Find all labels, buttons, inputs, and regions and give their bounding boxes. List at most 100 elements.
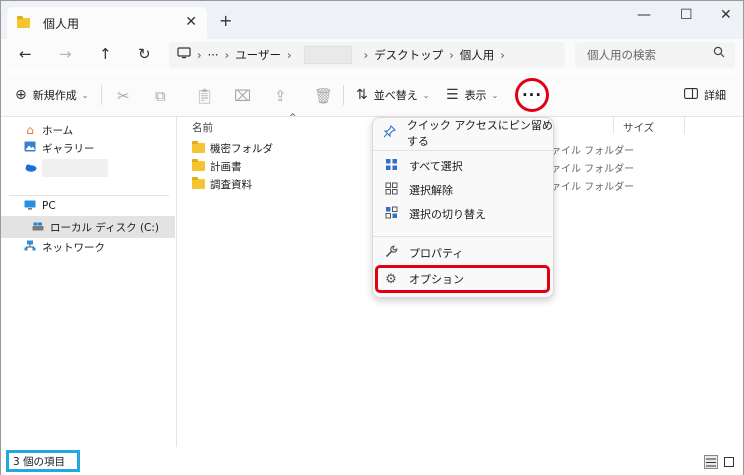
pc-icon — [23, 199, 37, 213]
large-icons-view-button[interactable] — [722, 455, 736, 469]
breadcrumb-personal[interactable]: 個人用 — [460, 47, 495, 63]
menu-item-label: プロパティ — [409, 247, 464, 260]
tab-personal[interactable]: 個人用 ✕ — [7, 7, 207, 39]
menu-item-label: すべて選択 — [409, 160, 463, 173]
toolbar-divider — [343, 85, 344, 105]
cloud-icon — [23, 161, 37, 175]
sidebar-item-onedrive[interactable] — [1, 157, 175, 179]
details-label: 詳細 — [704, 89, 726, 102]
maximize-button[interactable]: ☐ — [680, 7, 693, 23]
view-button[interactable]: ☰ 表示 ⌄ — [446, 87, 498, 103]
minimize-button[interactable]: — — [637, 7, 651, 23]
file-name: 機密フォルダ — [210, 142, 273, 155]
copy-icon[interactable]: ⧉ — [155, 87, 166, 105]
menu-divider — [373, 236, 553, 237]
folder-icon — [192, 159, 205, 171]
menu-item-label: 選択の切り替え — [409, 208, 486, 221]
breadcrumb-separator: › — [500, 48, 505, 62]
sidebar-item-gallery[interactable]: ギャラリー — [1, 137, 175, 159]
navigation-pane: ⌂ ホーム ギャラリー PC ローカル ディスク (C:) ネットワーク — [1, 117, 176, 447]
gallery-icon — [23, 141, 37, 155]
details-view-button[interactable] — [704, 455, 718, 469]
address-bar[interactable]: › ··· › ユーザー › › デスクトップ › 個人用 › — [169, 42, 565, 68]
file-name: 計画書 — [210, 160, 242, 173]
sidebar-item-pc[interactable]: PC — [1, 195, 175, 217]
tab-close-icon[interactable]: ✕ — [185, 14, 197, 30]
breadcrumb-separator: › — [363, 48, 369, 62]
select-none-icon — [383, 182, 399, 199]
folder-icon — [192, 177, 205, 189]
list-item[interactable]: 機密フォルダ — [192, 139, 273, 157]
column-divider[interactable] — [613, 117, 614, 134]
search-placeholder: 個人用の検索 — [587, 48, 656, 62]
menu-item-properties[interactable]: プロパティ — [373, 241, 553, 265]
paste-icon[interactable]: 📋︎ — [195, 87, 214, 105]
forward-button[interactable]: → — [59, 45, 72, 63]
chevron-down-icon: ⌄ — [81, 90, 89, 100]
status-bar: 3 個の項目 — [1, 447, 743, 475]
sort-button[interactable]: ⇅ 並べ替え ⌄ — [356, 87, 429, 103]
drive-icon — [31, 220, 45, 234]
plus-circle-icon: ⊕ — [15, 87, 27, 103]
network-icon — [23, 240, 37, 254]
tab-label: 個人用 — [43, 16, 80, 31]
item-count: 3 個の項目 — [13, 455, 66, 468]
sort-arrow-icon: ^ — [289, 113, 297, 123]
options-highlight-box — [375, 265, 550, 293]
back-button[interactable]: ← — [19, 45, 32, 63]
navigation-row: ← → ↑ ↻ › ··· › ユーザー › › デスクトップ › 個人用 › … — [1, 39, 743, 71]
new-label: 新規作成 — [32, 89, 77, 102]
sidebar-item-label-redacted — [42, 159, 108, 177]
list-item[interactable]: 調査資料 — [192, 175, 252, 193]
sort-icon: ⇅ — [356, 87, 368, 103]
menu-item-select-all[interactable]: すべて選択 — [373, 154, 553, 178]
column-divider[interactable] — [684, 117, 685, 134]
see-more-button[interactable]: ··· — [515, 78, 549, 112]
rename-icon[interactable]: ⌧ — [234, 87, 251, 105]
chevron-down-icon: ⌄ — [422, 90, 430, 100]
menu-item-invert-selection[interactable]: 選択の切り替え — [373, 202, 553, 226]
breadcrumb-username-redacted[interactable] — [303, 46, 352, 64]
menu-item-select-none[interactable]: 選択解除 — [373, 178, 553, 202]
sidebar-item-label: ホーム — [42, 124, 74, 137]
breadcrumb-overflow[interactable]: ··· — [208, 48, 219, 62]
breadcrumb-users[interactable]: ユーザー — [235, 47, 281, 63]
menu-item-pin-quick-access[interactable]: クイック アクセスにピン留めする — [373, 119, 553, 148]
column-header-size[interactable]: サイズ — [623, 120, 654, 135]
folder-icon — [17, 16, 30, 28]
home-icon: ⌂ — [26, 123, 34, 137]
breadcrumb-separator: › — [197, 48, 202, 62]
new-tab-button[interactable]: + — [219, 11, 232, 30]
details-button[interactable]: 詳細 — [684, 87, 726, 103]
breadcrumb-separator: › — [224, 48, 230, 62]
sidebar-item-label: PC — [42, 200, 56, 212]
menu-divider — [373, 150, 553, 151]
sidebar-item-local-disk[interactable]: ローカル ディスク (C:) — [1, 216, 175, 238]
menu-item-label: クイック アクセスにピン留めする — [406, 119, 553, 148]
menu-item-label: 選択解除 — [409, 184, 453, 197]
view-list-icon: ☰ — [446, 87, 459, 103]
details-pane-icon — [684, 87, 698, 103]
sidebar-item-network[interactable]: ネットワーク — [1, 236, 175, 258]
view-label: 表示 — [464, 89, 487, 102]
cut-icon[interactable]: ✂ — [117, 87, 130, 105]
search-input[interactable]: 個人用の検索 — [575, 42, 735, 68]
file-type: ァイル フォルダー — [551, 146, 635, 157]
sidebar-item-label: ネットワーク — [42, 241, 105, 254]
up-button[interactable]: ↑ — [99, 45, 112, 63]
list-item[interactable]: 計画書 — [192, 157, 242, 175]
sort-label: 並べ替え — [373, 89, 418, 102]
new-button[interactable]: ⊕ 新規作成 ⌄ — [15, 87, 88, 103]
column-header-name[interactable]: 名前 — [192, 120, 213, 135]
chevron-down-icon: ⌄ — [491, 90, 499, 100]
invert-selection-icon — [383, 206, 399, 223]
delete-icon[interactable]: 🗑︎ — [314, 87, 333, 105]
sidebar-item-label: ギャラリー — [42, 142, 95, 155]
title-bar: 個人用 ✕ + — ☐ ✕ — [1, 1, 743, 39]
more-dots-icon: ··· — [521, 86, 543, 104]
file-type: ァイル フォルダー — [551, 164, 635, 175]
breadcrumb-desktop[interactable]: デスクトップ — [374, 47, 443, 63]
share-icon[interactable]: ⇪ — [274, 87, 287, 105]
refresh-button[interactable]: ↻ — [138, 45, 151, 63]
close-window-button[interactable]: ✕ — [720, 7, 732, 23]
